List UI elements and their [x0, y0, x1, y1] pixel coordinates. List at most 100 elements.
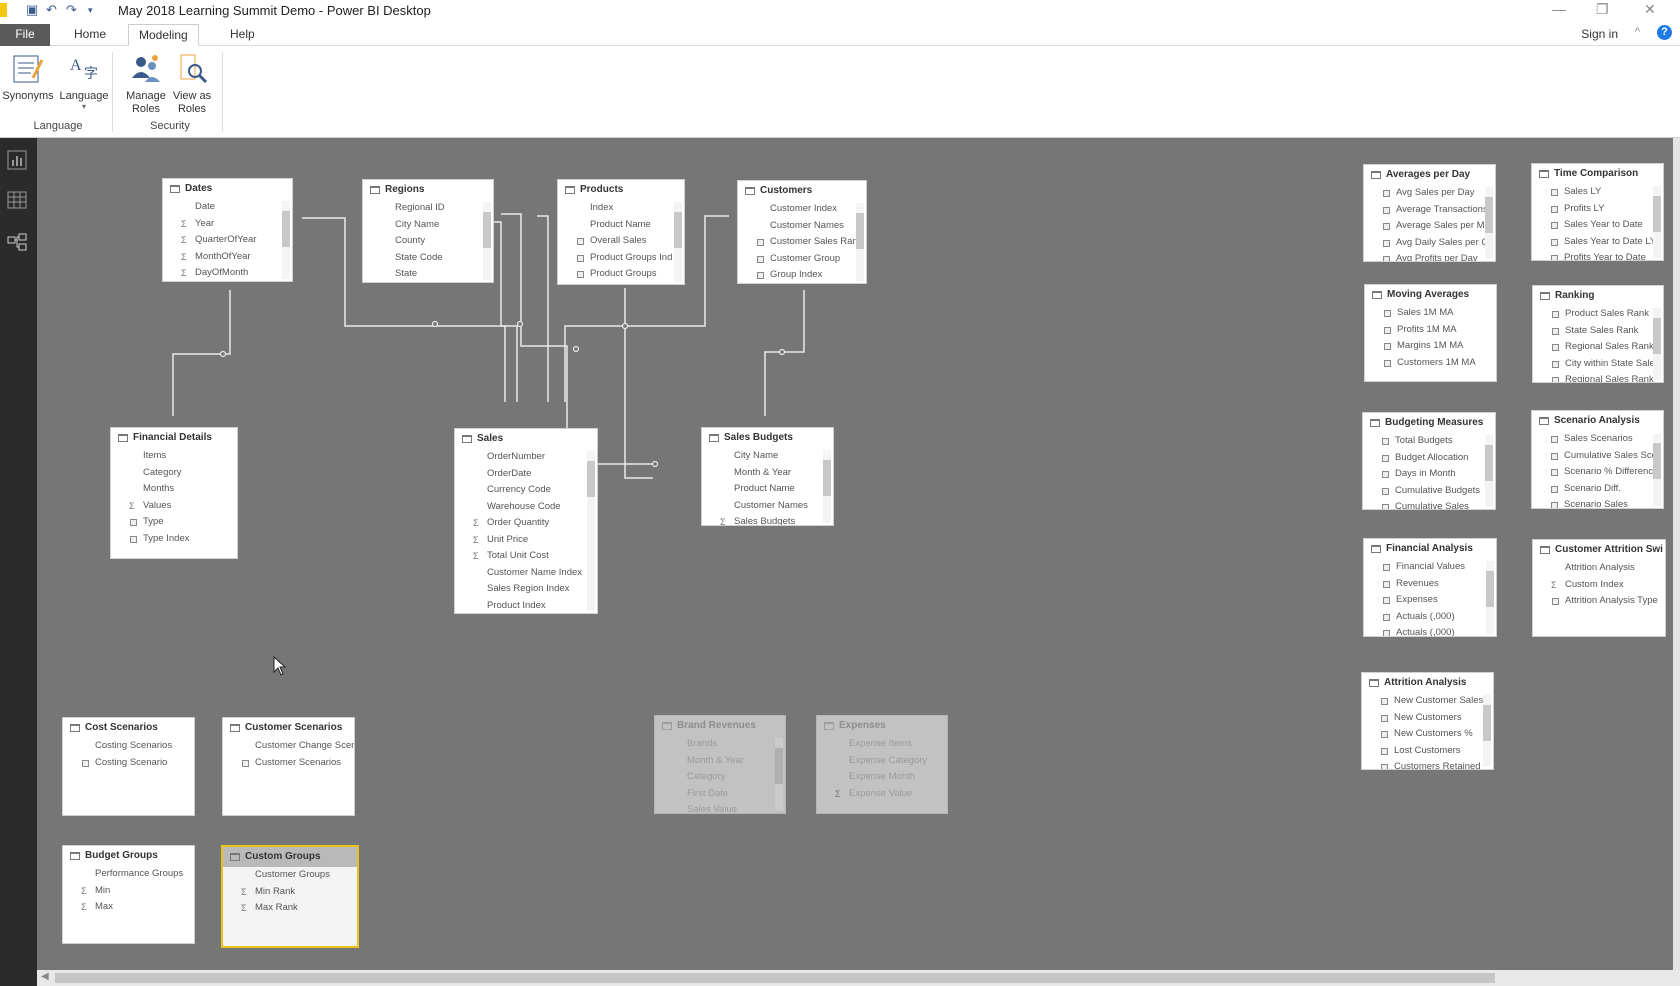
field-row[interactable]: Σ Max Rank: [223, 900, 357, 917]
table-header[interactable]: Regions: [363, 180, 493, 200]
minimize-icon[interactable]: —: [1552, 1, 1566, 17]
field-row[interactable]: Σ Sales Budgets: [702, 514, 833, 525]
table-scrollbar[interactable]: [1653, 308, 1661, 380]
table-financial-analysis[interactable]: Financial Analysis Financial Values Revenu…: [1363, 538, 1497, 637]
field-row[interactable]: Currency Code: [455, 482, 597, 499]
table-header[interactable]: Sales: [455, 429, 597, 449]
field-row[interactable]: First Date: [655, 786, 785, 803]
field-row[interactable]: Scenario % Differenc: [1532, 464, 1663, 481]
field-row[interactable]: Product Name: [702, 481, 833, 498]
field-row[interactable]: Sales Region Index: [455, 581, 597, 598]
table-ranking[interactable]: Ranking Product Sales Rank State Sales Ran…: [1532, 285, 1664, 383]
field-row[interactable]: Attrition Analysis: [1533, 560, 1665, 577]
table-scrollbar[interactable]: [1653, 433, 1661, 506]
field-row[interactable]: Customer Sales Rank: [738, 234, 866, 251]
field-row[interactable]: Budget Allocation: [1363, 450, 1495, 467]
table-header[interactable]: Sales Budgets: [702, 428, 833, 448]
field-row[interactable]: Product Groups Ind: [558, 250, 684, 267]
field-row[interactable]: State: [363, 266, 493, 282]
table-moving-averages[interactable]: Moving Averages Sales 1M MA Profits 1M MA M…: [1364, 284, 1497, 382]
table-header[interactable]: Ranking: [1533, 286, 1663, 306]
field-row[interactable]: Product Name: [558, 217, 684, 234]
table-scrollbar-thumb[interactable]: [1653, 443, 1661, 479]
field-row[interactable]: Cumulative Sales: [1363, 499, 1495, 509]
field-row[interactable]: Customer Group: [738, 251, 866, 268]
field-row[interactable]: Profits LY: [1532, 201, 1663, 218]
language-dropdown-icon[interactable]: ▾: [58, 103, 110, 111]
table-header[interactable]: Customers: [738, 181, 866, 201]
field-row[interactable]: Financial Values: [1364, 559, 1496, 576]
table-header[interactable]: Attrition Analysis: [1362, 673, 1493, 693]
table-expenses[interactable]: Expenses Expense Items Expense Category Exp…: [816, 715, 948, 814]
table-header[interactable]: Customer Attrition Swi: [1533, 540, 1665, 560]
table-scrollbar[interactable]: [483, 202, 491, 280]
table-header[interactable]: Cost Scenarios: [63, 718, 194, 738]
field-row[interactable]: Expense Items: [817, 736, 947, 753]
field-row[interactable]: Customer Groups: [223, 867, 357, 884]
field-row[interactable]: Regional Sales Rank: [1533, 339, 1663, 356]
table-scrollbar-thumb[interactable]: [1486, 571, 1494, 607]
table-scrollbar-thumb[interactable]: [823, 460, 831, 496]
collapse-ribbon-icon[interactable]: ^: [1635, 26, 1640, 38]
field-row[interactable]: Costing Scenarios: [63, 738, 194, 755]
field-row[interactable]: Months: [111, 481, 237, 498]
field-row[interactable]: Index: [558, 200, 684, 217]
table-header[interactable]: Customer Scenarios: [223, 718, 354, 738]
relationship-midpoint[interactable]: [219, 350, 227, 358]
table-scrollbar[interactable]: [1483, 695, 1491, 767]
relationship-midpoint[interactable]: [651, 460, 659, 468]
field-row[interactable]: Product Sales Rank: [1533, 306, 1663, 323]
tab-modeling[interactable]: Modeling: [128, 24, 199, 46]
field-row[interactable]: Type: [111, 514, 237, 531]
field-row[interactable]: City within State Sale: [1533, 356, 1663, 373]
table-scrollbar[interactable]: [282, 201, 290, 279]
table-header[interactable]: Budgeting Measures: [1363, 413, 1495, 433]
table-scenario-analysis[interactable]: Scenario Analysis Sales Scenarios Cumulati…: [1531, 410, 1664, 509]
field-row[interactable]: Profits 1M MA: [1365, 322, 1496, 339]
manage-roles-button[interactable]: Manage Roles: [120, 52, 172, 116]
field-row[interactable]: Regional ID: [363, 200, 493, 217]
table-scrollbar-thumb[interactable]: [1653, 318, 1661, 354]
field-row[interactable]: City Name: [363, 217, 493, 234]
field-row[interactable]: Cumulative Budgets: [1363, 483, 1495, 500]
table-averages-per-day[interactable]: Averages per Day Avg Sales per Day Average…: [1363, 164, 1496, 262]
field-row[interactable]: Σ Order Quantity: [455, 515, 597, 532]
table-sales-budgets[interactable]: Sales Budgets City Name Month & Year Produc…: [701, 427, 834, 526]
field-row[interactable]: Expenses: [1364, 592, 1496, 609]
field-row[interactable]: Actuals (,000): [1364, 609, 1496, 626]
table-scrollbar-thumb[interactable]: [1485, 197, 1493, 233]
table-financial-details[interactable]: Financial Details Items Category Months Σ Val…: [110, 427, 238, 559]
field-row[interactable]: Type Index: [111, 531, 237, 548]
relationship-midpoint[interactable]: [516, 320, 524, 328]
view-as-roles-button[interactable]: View as Roles: [166, 52, 218, 116]
field-row[interactable]: Lost Customers: [1362, 743, 1493, 760]
report-view-icon[interactable]: [6, 150, 28, 172]
field-row[interactable]: State Sales Rank: [1533, 323, 1663, 340]
relationship-midpoint[interactable]: [621, 322, 629, 330]
restore-icon[interactable]: ❐: [1596, 1, 1609, 18]
field-row[interactable]: State Code: [363, 250, 493, 267]
field-row[interactable]: Brands: [655, 736, 785, 753]
field-row[interactable]: Margins 1M MA: [1365, 338, 1496, 355]
table-header[interactable]: Moving Averages: [1365, 285, 1496, 305]
table-cost-scenarios[interactable]: Cost Scenarios Costing Scenarios Costing S…: [62, 717, 195, 816]
field-row[interactable]: Days in Month: [1363, 466, 1495, 483]
field-row[interactable]: Customers Retained: [1362, 759, 1493, 769]
field-row[interactable]: Profits Year to Date: [1532, 250, 1663, 260]
table-regions[interactable]: Regions Regional ID City Name County State C…: [362, 179, 494, 283]
table-scrollbar[interactable]: [1486, 561, 1494, 634]
field-row[interactable]: City Name: [702, 448, 833, 465]
tab-file[interactable]: File: [0, 24, 50, 46]
field-row[interactable]: Month & Year: [702, 465, 833, 482]
table-header[interactable]: Financial Details: [111, 428, 237, 448]
table-header[interactable]: Brand Revenues: [655, 716, 785, 736]
field-row[interactable]: Σ Min: [63, 883, 194, 900]
field-row[interactable]: Product Index: [455, 598, 597, 614]
field-row[interactable]: New Customer Sales: [1362, 693, 1493, 710]
field-row[interactable]: Product Groups: [558, 266, 684, 283]
field-row[interactable]: Attrition Analysis Type: [1533, 593, 1665, 610]
relationships-view-icon[interactable]: [6, 232, 28, 254]
table-scrollbar[interactable]: [1653, 186, 1661, 258]
table-brand-revenues[interactable]: Brand Revenues Brands Month & Year Category…: [654, 715, 786, 814]
field-row[interactable]: Avg Profits per Day: [1364, 251, 1495, 261]
